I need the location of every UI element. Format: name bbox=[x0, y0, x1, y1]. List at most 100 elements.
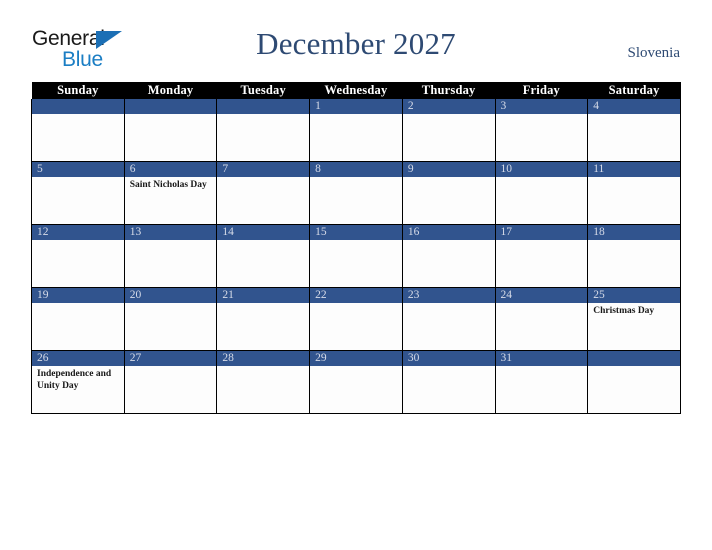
day-events bbox=[403, 366, 495, 413]
day-cell[interactable]: 25 Christmas Day bbox=[587, 287, 681, 351]
day-events bbox=[32, 114, 124, 161]
day-cell[interactable]: 23 bbox=[401, 287, 496, 351]
day-cell[interactable]: 21 bbox=[216, 287, 311, 351]
page-title: December 2027 bbox=[256, 26, 456, 61]
day-events bbox=[217, 366, 309, 413]
calendar-grid: Sunday Monday Tuesday Wednesday Thursday… bbox=[31, 82, 681, 414]
day-number: 20 bbox=[124, 288, 217, 303]
event-label: Christmas Day bbox=[593, 306, 655, 316]
day-cell[interactable]: 16 bbox=[401, 224, 496, 288]
day-number: 18 bbox=[588, 225, 680, 240]
calendar-body: 1 2 3 4 5 6 Saint Nicholas Day 7 8 9 10 … bbox=[31, 99, 681, 414]
day-cell[interactable] bbox=[587, 350, 681, 414]
day-cell[interactable]: 2 bbox=[401, 99, 496, 162]
weekday-header-sunday: Sunday bbox=[31, 82, 125, 99]
day-events bbox=[403, 114, 495, 161]
day-events bbox=[217, 240, 309, 287]
day-number: 28 bbox=[217, 351, 310, 366]
day-number: 12 bbox=[32, 225, 124, 240]
day-number bbox=[217, 99, 310, 114]
day-number: 10 bbox=[495, 162, 588, 177]
day-number: 17 bbox=[495, 225, 588, 240]
day-cell[interactable]: 26 Independence and Unity Day bbox=[31, 350, 125, 414]
day-cell[interactable]: 17 bbox=[494, 224, 589, 288]
day-cell[interactable] bbox=[123, 99, 218, 162]
day-cell[interactable]: 5 bbox=[31, 161, 125, 225]
day-cell[interactable]: 11 bbox=[587, 161, 681, 225]
day-number: 30 bbox=[402, 351, 495, 366]
day-number: 3 bbox=[495, 99, 588, 114]
day-events bbox=[32, 240, 124, 287]
day-cell[interactable]: 30 bbox=[401, 350, 496, 414]
day-number: 9 bbox=[402, 162, 495, 177]
day-cell[interactable] bbox=[216, 99, 311, 162]
day-number: 31 bbox=[495, 351, 588, 366]
day-number: 24 bbox=[495, 288, 588, 303]
event-label: Independence and Unity Day bbox=[37, 369, 112, 391]
day-number: 16 bbox=[402, 225, 495, 240]
day-number bbox=[588, 351, 680, 366]
day-events bbox=[496, 177, 588, 224]
day-cell[interactable]: 8 bbox=[309, 161, 403, 225]
day-number: 26 bbox=[32, 351, 124, 366]
day-cell[interactable]: 9 bbox=[401, 161, 496, 225]
day-cell[interactable]: 19 bbox=[31, 287, 125, 351]
day-cell[interactable]: 7 bbox=[216, 161, 311, 225]
day-events: Independence and Unity Day bbox=[32, 366, 124, 413]
day-cell[interactable]: 4 bbox=[587, 99, 681, 162]
day-number: 8 bbox=[310, 162, 402, 177]
day-events bbox=[310, 303, 402, 350]
day-cell[interactable]: 13 bbox=[123, 224, 218, 288]
day-cell[interactable]: 15 bbox=[309, 224, 403, 288]
day-cell[interactable]: 22 bbox=[309, 287, 403, 351]
day-events bbox=[403, 177, 495, 224]
day-number: 19 bbox=[32, 288, 124, 303]
day-events bbox=[310, 114, 402, 161]
day-events: Saint Nicholas Day bbox=[125, 177, 217, 224]
day-events: Christmas Day bbox=[588, 303, 680, 350]
day-cell[interactable]: 27 bbox=[123, 350, 218, 414]
day-events bbox=[403, 240, 495, 287]
day-events bbox=[496, 240, 588, 287]
day-cell[interactable]: 3 bbox=[494, 99, 589, 162]
day-events bbox=[125, 240, 217, 287]
day-cell[interactable]: 29 bbox=[309, 350, 403, 414]
day-events bbox=[32, 177, 124, 224]
day-number: 29 bbox=[310, 351, 402, 366]
weekday-header-friday: Friday bbox=[495, 82, 588, 99]
day-number: 23 bbox=[402, 288, 495, 303]
calendar-week-row: 1 2 3 4 bbox=[31, 99, 681, 162]
day-number bbox=[124, 99, 217, 114]
day-events bbox=[217, 114, 309, 161]
day-cell[interactable]: 1 bbox=[309, 99, 403, 162]
weekday-header-row: Sunday Monday Tuesday Wednesday Thursday… bbox=[31, 82, 681, 99]
day-number: 25 bbox=[588, 288, 680, 303]
weekday-header-tuesday: Tuesday bbox=[216, 82, 310, 99]
day-cell[interactable]: 10 bbox=[494, 161, 589, 225]
day-events bbox=[496, 303, 588, 350]
day-cell[interactable]: 18 bbox=[587, 224, 681, 288]
day-cell[interactable]: 24 bbox=[494, 287, 589, 351]
day-cell[interactable]: 12 bbox=[31, 224, 125, 288]
weekday-header-wednesday: Wednesday bbox=[309, 82, 403, 99]
day-cell[interactable] bbox=[31, 99, 125, 162]
day-events bbox=[588, 240, 680, 287]
day-number: 6 bbox=[124, 162, 217, 177]
day-number: 22 bbox=[310, 288, 402, 303]
day-cell[interactable]: 20 bbox=[123, 287, 218, 351]
calendar-week-row: 19 20 21 22 23 24 25 Christmas Day bbox=[31, 287, 681, 351]
day-events bbox=[310, 177, 402, 224]
day-cell[interactable]: 14 bbox=[216, 224, 311, 288]
day-events bbox=[217, 303, 309, 350]
day-cell[interactable]: 31 bbox=[494, 350, 589, 414]
day-events bbox=[125, 366, 217, 413]
day-events bbox=[588, 114, 680, 161]
day-events bbox=[310, 366, 402, 413]
day-cell[interactable]: 6 Saint Nicholas Day bbox=[123, 161, 218, 225]
calendar-week-row: 12 13 14 15 16 17 18 bbox=[31, 224, 681, 288]
day-number: 11 bbox=[588, 162, 680, 177]
day-number: 4 bbox=[588, 99, 680, 114]
day-events bbox=[588, 366, 680, 413]
day-cell[interactable]: 28 bbox=[216, 350, 311, 414]
day-number: 7 bbox=[217, 162, 310, 177]
